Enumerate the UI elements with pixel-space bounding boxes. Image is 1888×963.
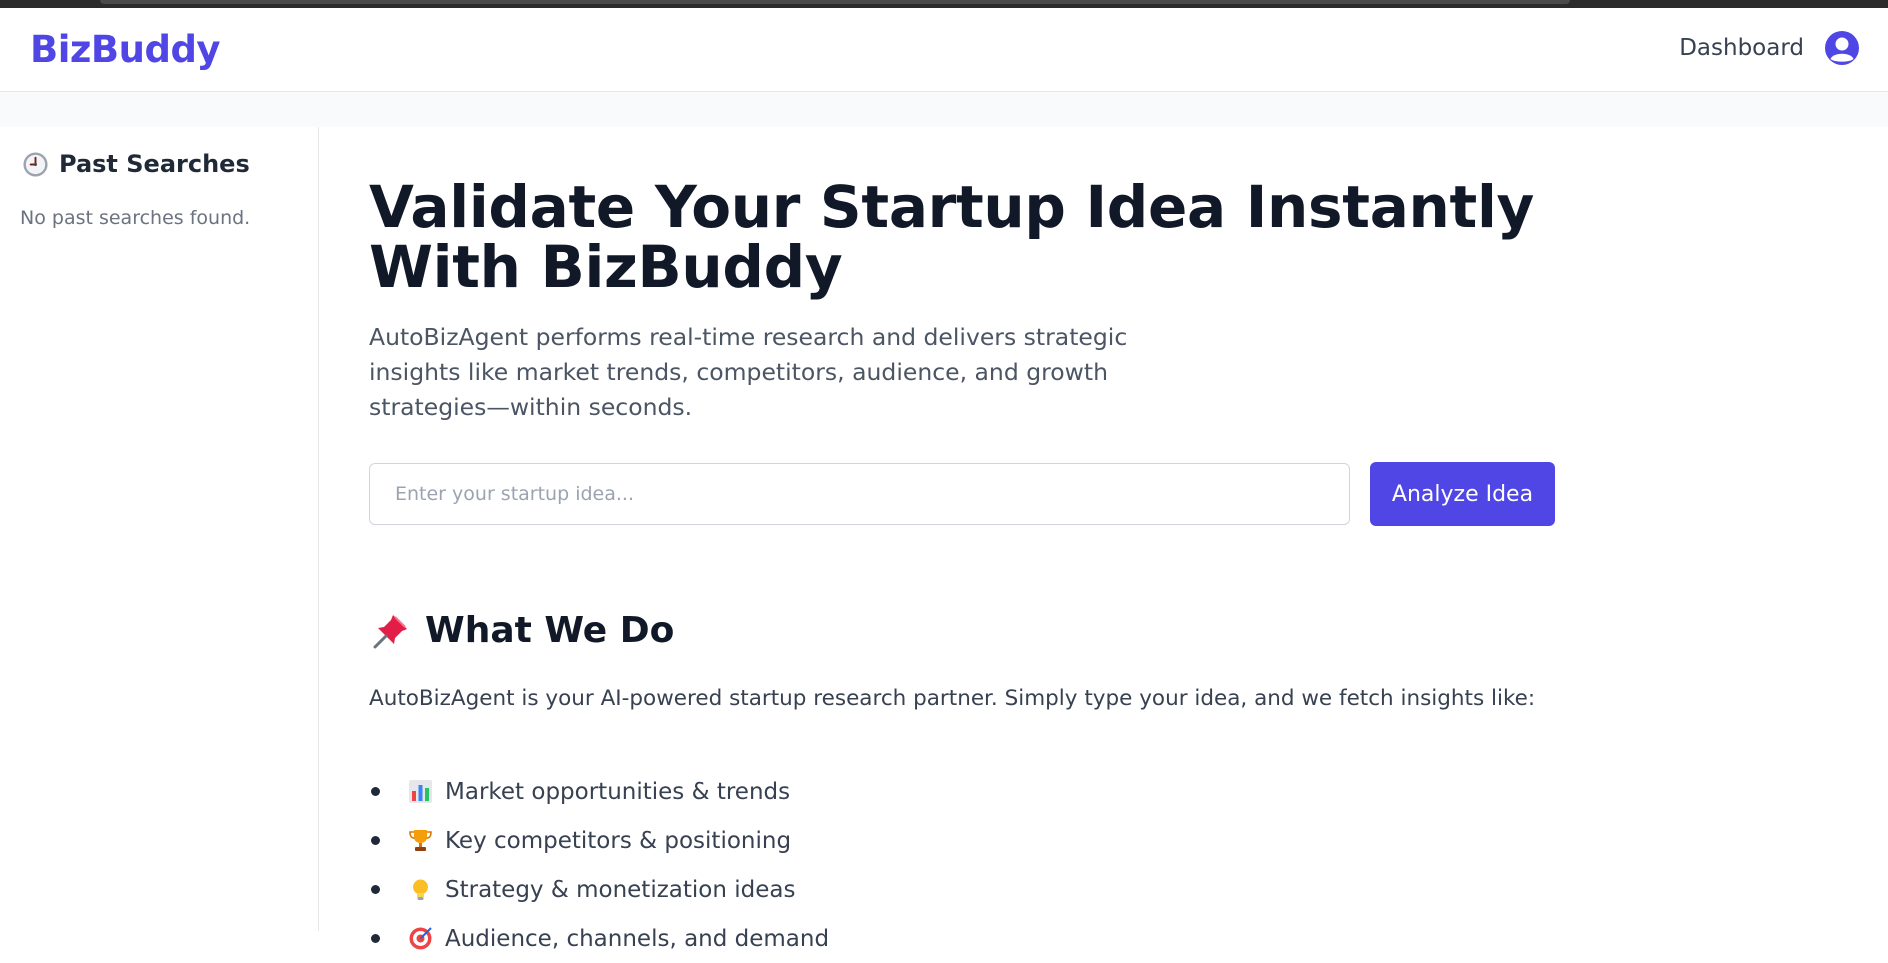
- feature-list: Market opportunities & trends Key compet…: [369, 767, 829, 963]
- user-avatar-icon[interactable]: [1824, 30, 1860, 66]
- list-item: Market opportunities & trends: [369, 767, 829, 816]
- trophy-icon: [409, 830, 432, 851]
- bullet-dot: [371, 787, 380, 796]
- sidebar-title-text: Past Searches: [59, 150, 250, 178]
- pushpin-icon: [373, 614, 407, 648]
- bullet-dot: [371, 934, 380, 943]
- list-item: Key competitors & positioning: [369, 816, 829, 865]
- browser-tab-edge: [100, 0, 1570, 4]
- what-we-do-description: AutoBizAgent is your AI-powered startup …: [369, 686, 1536, 711]
- bullet-dot: [371, 885, 380, 894]
- feature-label: Strategy & monetization ideas: [445, 876, 796, 903]
- feature-label: Market opportunities & trends: [445, 778, 791, 805]
- what-we-do-title: What We Do: [425, 610, 675, 651]
- nav-right: Dashboard: [1679, 30, 1860, 66]
- target-icon: [409, 927, 432, 950]
- feature-label: Audience, channels, and demand: [445, 925, 830, 952]
- analyze-idea-button[interactable]: Analyze Idea: [1370, 462, 1555, 526]
- clock-icon: [23, 151, 48, 177]
- lightbulb-icon: [413, 879, 428, 900]
- bar-chart-icon: [409, 780, 432, 803]
- hero-title: Validate Your Startup Idea Instantly Wit…: [369, 173, 1535, 301]
- nav-link-dashboard[interactable]: Dashboard: [1679, 35, 1804, 61]
- bullet-dot: [371, 836, 380, 845]
- idea-search-form: Analyze Idea: [369, 462, 1555, 526]
- hero-subtitle: AutoBizAgent performs real-time research…: [369, 323, 1128, 421]
- header-spacer-band: [0, 92, 1888, 127]
- list-item: Audience, channels, and demand: [369, 914, 829, 963]
- sidebar-title: Past Searches: [22, 150, 250, 178]
- feature-label: Key competitors & positioning: [445, 827, 792, 854]
- browser-top-strip: [0, 0, 1888, 8]
- sidebar: Past Searches No past searches found.: [0, 127, 319, 931]
- brand-logo[interactable]: BizBuddy: [30, 28, 221, 71]
- sidebar-empty-message: No past searches found.: [20, 207, 251, 229]
- navbar: BizBuddy Dashboard: [0, 8, 1888, 92]
- list-item: Strategy & monetization ideas: [369, 865, 829, 914]
- startup-idea-input[interactable]: [369, 463, 1350, 525]
- what-we-do-heading: What We Do: [371, 610, 674, 651]
